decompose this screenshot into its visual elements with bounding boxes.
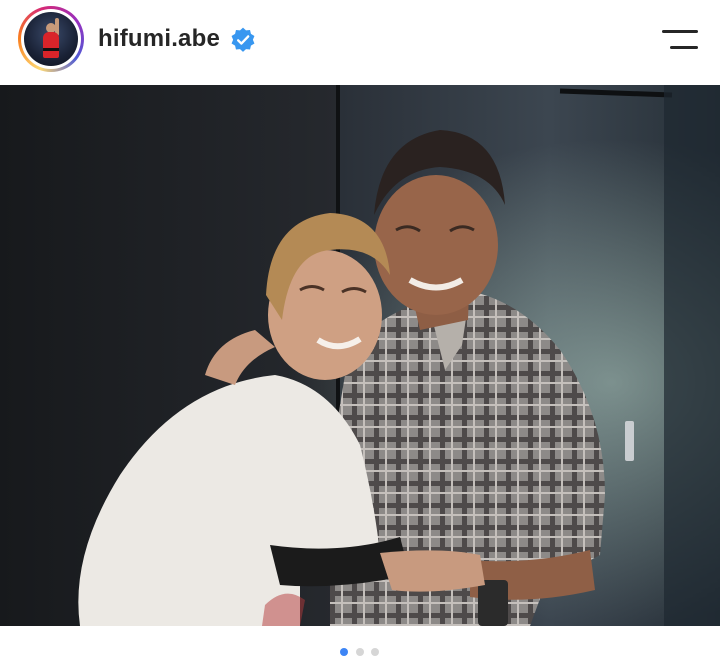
menu-bar-top (662, 30, 698, 33)
story-ring[interactable] (18, 6, 84, 72)
avatar-figure-body (43, 32, 59, 58)
carousel-dot-3[interactable] (371, 648, 379, 656)
photo-illustration (0, 85, 720, 626)
verified-badge-icon (231, 27, 255, 52)
avatar[interactable] (24, 12, 78, 66)
carousel-dot-1-active[interactable] (340, 648, 348, 656)
username-link[interactable]: hifumi.abe (98, 24, 220, 54)
menu-bar-bottom (670, 46, 698, 49)
avatar-figure-belt (43, 48, 59, 51)
hamburger-menu-icon[interactable] (660, 26, 700, 54)
carousel-dot-2[interactable] (356, 648, 364, 656)
post-header: hifumi.abe (0, 0, 720, 84)
carousel-indicator (0, 626, 720, 667)
post-photo[interactable] (0, 85, 720, 626)
avatar-border (21, 9, 81, 69)
